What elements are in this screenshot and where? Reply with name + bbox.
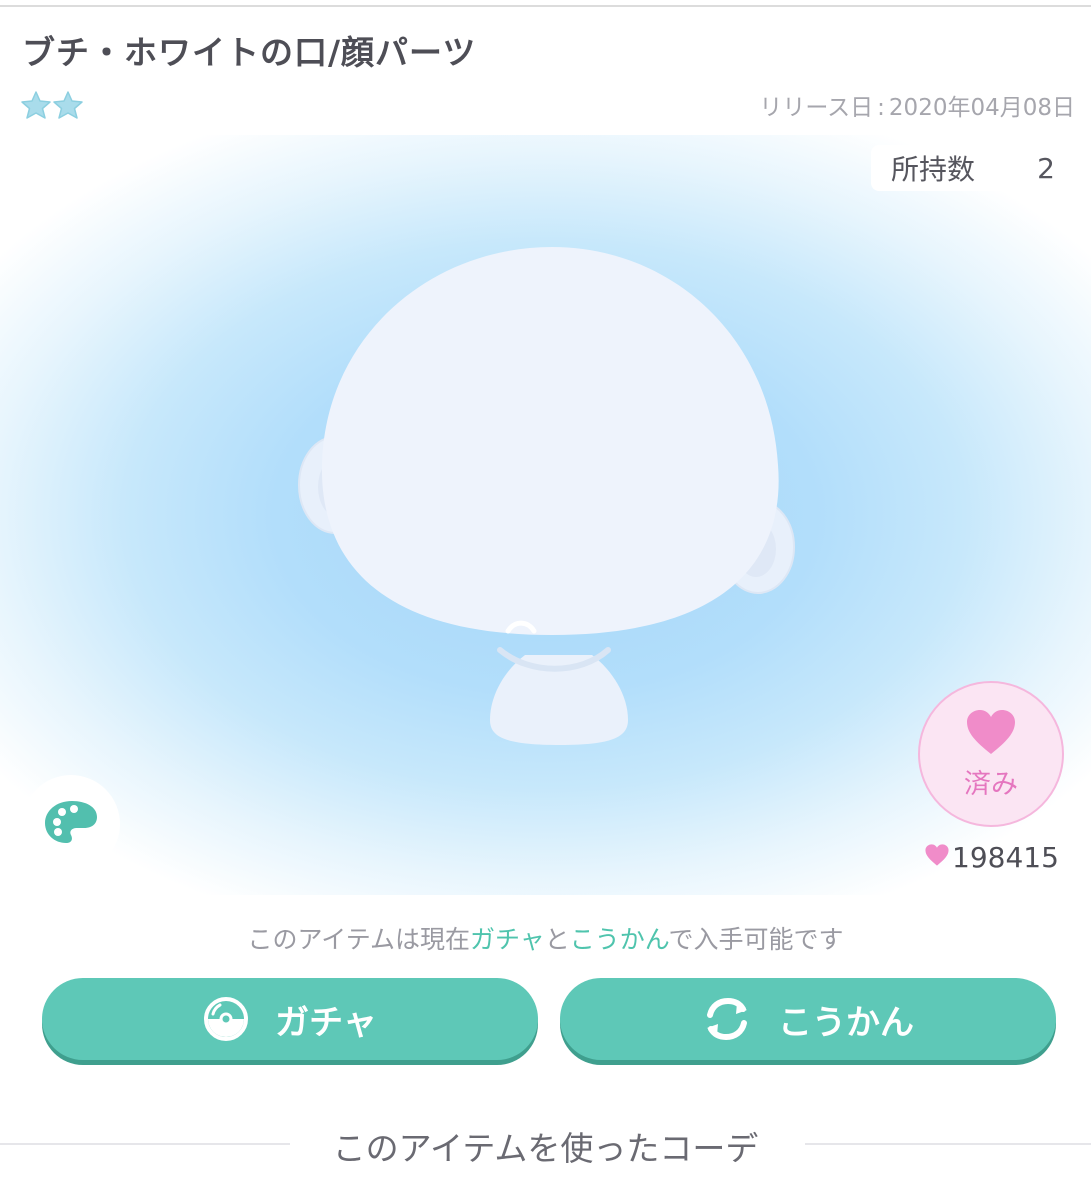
heart-icon: [924, 841, 952, 874]
release-label: リリース日: [759, 95, 874, 121]
gacha-button-label: ガチャ: [275, 1002, 377, 1043]
like-button[interactable]: 済み: [918, 681, 1064, 827]
section-divider-right: [805, 1143, 1091, 1145]
heart-icon: [964, 708, 1018, 760]
palette-icon: [42, 798, 100, 850]
item-title: ブチ・ホワイトの口/顔パーツ: [22, 33, 477, 72]
availability-text: このアイテムは現在ガチャとこうかんで入手可能です: [247, 925, 844, 954]
like-count: 198415: [924, 841, 1059, 874]
release-date: リリース日:2020年04月08日: [759, 95, 1075, 121]
rarity-stars: [20, 90, 84, 120]
exchange-arrows-icon: [702, 995, 752, 1043]
exchange-button-label: こうかん: [778, 1002, 914, 1043]
item-preview: 所持数 2 済み 198415: [0, 135, 1091, 895]
release-date-value: 2020年04月08日: [888, 95, 1075, 121]
star-icon: [52, 90, 84, 120]
item-detail-page: ブチ・ホワイトの口/顔パーツ リリース日:2020年04月08日 所持数 2 済…: [0, 0, 1091, 1200]
gacha-button[interactable]: ガチャ: [42, 978, 538, 1060]
exchange-button[interactable]: こうかん: [560, 978, 1056, 1060]
like-count-value: 198415: [952, 841, 1059, 874]
star-icon: [20, 90, 52, 120]
like-status-label: 済み: [964, 768, 1018, 800]
availability-gacha: ガチャ: [469, 925, 545, 954]
palette-button[interactable]: [22, 775, 120, 873]
section-title: このアイテムを使ったコーデ: [332, 1129, 759, 1168]
top-divider: [0, 5, 1091, 7]
gacha-capsule-icon: [203, 996, 249, 1042]
availability-exchange: こうかん: [569, 925, 669, 954]
